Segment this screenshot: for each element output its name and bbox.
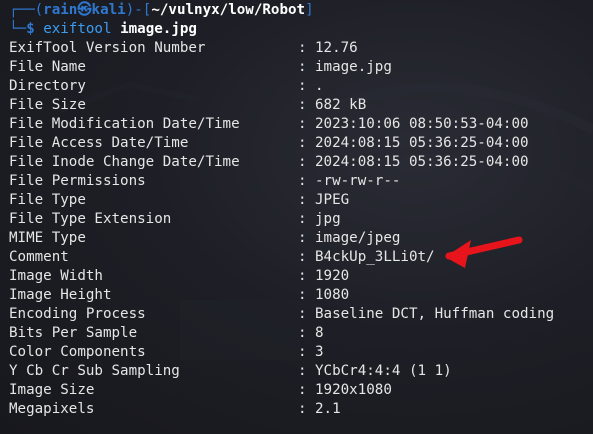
terminal-output: ┌──(rain㉿kali)-[~/vulnyx/low/Robot] └─$ … — [9, 1, 593, 419]
exif-separator: : — [298, 230, 307, 246]
exif-row: File Inode Change Date/Time:2024:08:15 0… — [9, 153, 593, 172]
prompt-frame: └─ — [9, 21, 27, 37]
red-arrow-icon — [445, 236, 523, 268]
exif-separator: : — [298, 287, 307, 303]
exif-separator: : — [298, 135, 307, 151]
exif-row: Image Size:1920x1080 — [9, 381, 593, 400]
prompt-user: rain — [43, 2, 78, 18]
exif-row: File Type: JPEG — [9, 191, 593, 210]
exif-row: ExifTool Version Number:12.76 — [9, 39, 593, 58]
exif-row: Encoding Process: Baseline DCT, Huffman c… — [9, 305, 593, 324]
exif-value: image.jpg — [315, 59, 392, 75]
exif-separator: : — [298, 401, 307, 417]
skull-icon: ㉿ — [77, 2, 92, 18]
prompt-path: ~/vulnyx/low/Robot — [151, 2, 306, 18]
exif-value: 2024:08:15 05:36:25-04:00 — [315, 154, 529, 170]
exif-key: Comment — [9, 249, 69, 265]
exif-row: Y Cb Cr Sub Sampling: YCbCr4:4:4 (1 1) — [9, 362, 593, 381]
exif-row: Color Components:3 — [9, 343, 593, 362]
exif-row: Megapixels:2.1 — [9, 400, 593, 419]
exif-key: Megapixels — [9, 401, 95, 417]
exif-value: -rw-rw-r-- — [315, 173, 401, 189]
exif-row: File Access Date/Time:2024:08:15 05:36:2… — [9, 134, 593, 153]
exif-key: ExifTool Version Number — [9, 40, 206, 56]
exif-row: File Type Extension: jpg — [9, 210, 593, 229]
exif-separator: : — [298, 173, 307, 189]
exif-separator: : — [298, 211, 307, 227]
exif-separator: : — [298, 192, 307, 208]
exif-row: File Modification Date/Time:2023:10:06 0… — [9, 115, 593, 134]
exif-key: File Type Extension — [9, 211, 172, 227]
terminal-window[interactable]: ┌──(rain㉿kali)-[~/vulnyx/low/Robot] └─$ … — [0, 0, 593, 434]
exif-value: 1920x1080 — [315, 382, 392, 398]
exif-value: 1920 — [315, 268, 350, 284]
exif-value: YCbCr4:4:4 (1 1) — [315, 363, 452, 379]
exif-separator: : — [298, 249, 307, 265]
exif-value: . — [315, 78, 324, 94]
exif-separator: : — [298, 268, 307, 284]
exif-key: File Name — [9, 59, 86, 75]
exif-separator: : — [298, 116, 307, 132]
exif-separator: : — [298, 59, 307, 75]
exif-value: jpg — [315, 211, 341, 227]
exif-key: Image Width — [9, 268, 103, 284]
exif-key: File Type — [9, 192, 86, 208]
exif-separator: : — [298, 40, 307, 56]
exif-separator: : — [298, 363, 307, 379]
exif-value: B4ckUp_3LLi0t/ — [315, 249, 435, 265]
prompt-host: kali — [91, 2, 126, 18]
exif-separator: : — [298, 382, 307, 398]
exif-key: File Size — [9, 97, 86, 113]
exif-key: File Modification Date/Time — [9, 116, 240, 132]
prompt-frame: ] — [305, 2, 314, 18]
exif-separator: : — [298, 306, 307, 322]
exif-key: Encoding Process — [9, 306, 146, 322]
exif-row: File Name: image.jpg — [9, 58, 593, 77]
prompt-frame: ┌──( — [9, 2, 44, 18]
prompt-frame: )-[ — [125, 2, 152, 18]
exif-separator: : — [298, 154, 307, 170]
exif-key: Bits Per Sample — [9, 325, 138, 341]
exif-key: Color Components — [9, 344, 146, 360]
exif-value: 2024:08:15 05:36:25-04:00 — [315, 135, 529, 151]
exif-key: Image Height — [9, 287, 112, 303]
exif-separator: : — [298, 78, 307, 94]
exif-key: File Inode Change Date/Time — [9, 154, 240, 170]
exif-output: ExifTool Version Number:12.76 File Name: i… — [9, 39, 593, 419]
exif-key: MIME Type — [9, 230, 86, 246]
exif-separator: : — [298, 97, 307, 113]
exif-value: 682 kB — [315, 97, 367, 113]
exif-value: 2.1 — [315, 401, 341, 417]
exif-key: Directory — [9, 78, 86, 94]
exif-value: 3 — [315, 344, 324, 360]
exif-separator: : — [298, 344, 307, 360]
exif-key: File Access Date/Time — [9, 135, 189, 151]
command-name: exiftool — [43, 21, 112, 37]
command-argument: image.jpg — [120, 21, 197, 37]
exif-key: Image Size — [9, 382, 95, 398]
exif-row: Directory:. — [9, 77, 593, 96]
exif-value: 2023:10:06 08:50:53-04:00 — [315, 116, 529, 132]
prompt-line-2: └─$ exiftool image.jpg — [9, 20, 593, 39]
exif-key: File Permissions — [9, 173, 146, 189]
prompt-line-1: ┌──(rain㉿kali)-[~/vulnyx/low/Robot] — [9, 1, 593, 20]
exif-value: 8 — [315, 325, 324, 341]
exif-row: Image Height:1080 — [9, 286, 593, 305]
exif-value: JPEG — [315, 192, 350, 208]
exif-value: Baseline DCT, Huffman coding — [315, 306, 555, 322]
exif-value: image/jpeg — [315, 230, 401, 246]
exif-row: Bits Per Sample:8 — [9, 324, 593, 343]
exif-row: File Size:682 kB — [9, 96, 593, 115]
exif-value: 12.76 — [315, 40, 358, 56]
exif-value: 1080 — [315, 287, 350, 303]
exif-row: File Permissions: -rw-rw-r-- — [9, 172, 593, 191]
exif-separator: : — [298, 325, 307, 341]
prompt-dollar: $ — [26, 21, 35, 37]
exif-key: Y Cb Cr Sub Sampling — [9, 363, 180, 379]
